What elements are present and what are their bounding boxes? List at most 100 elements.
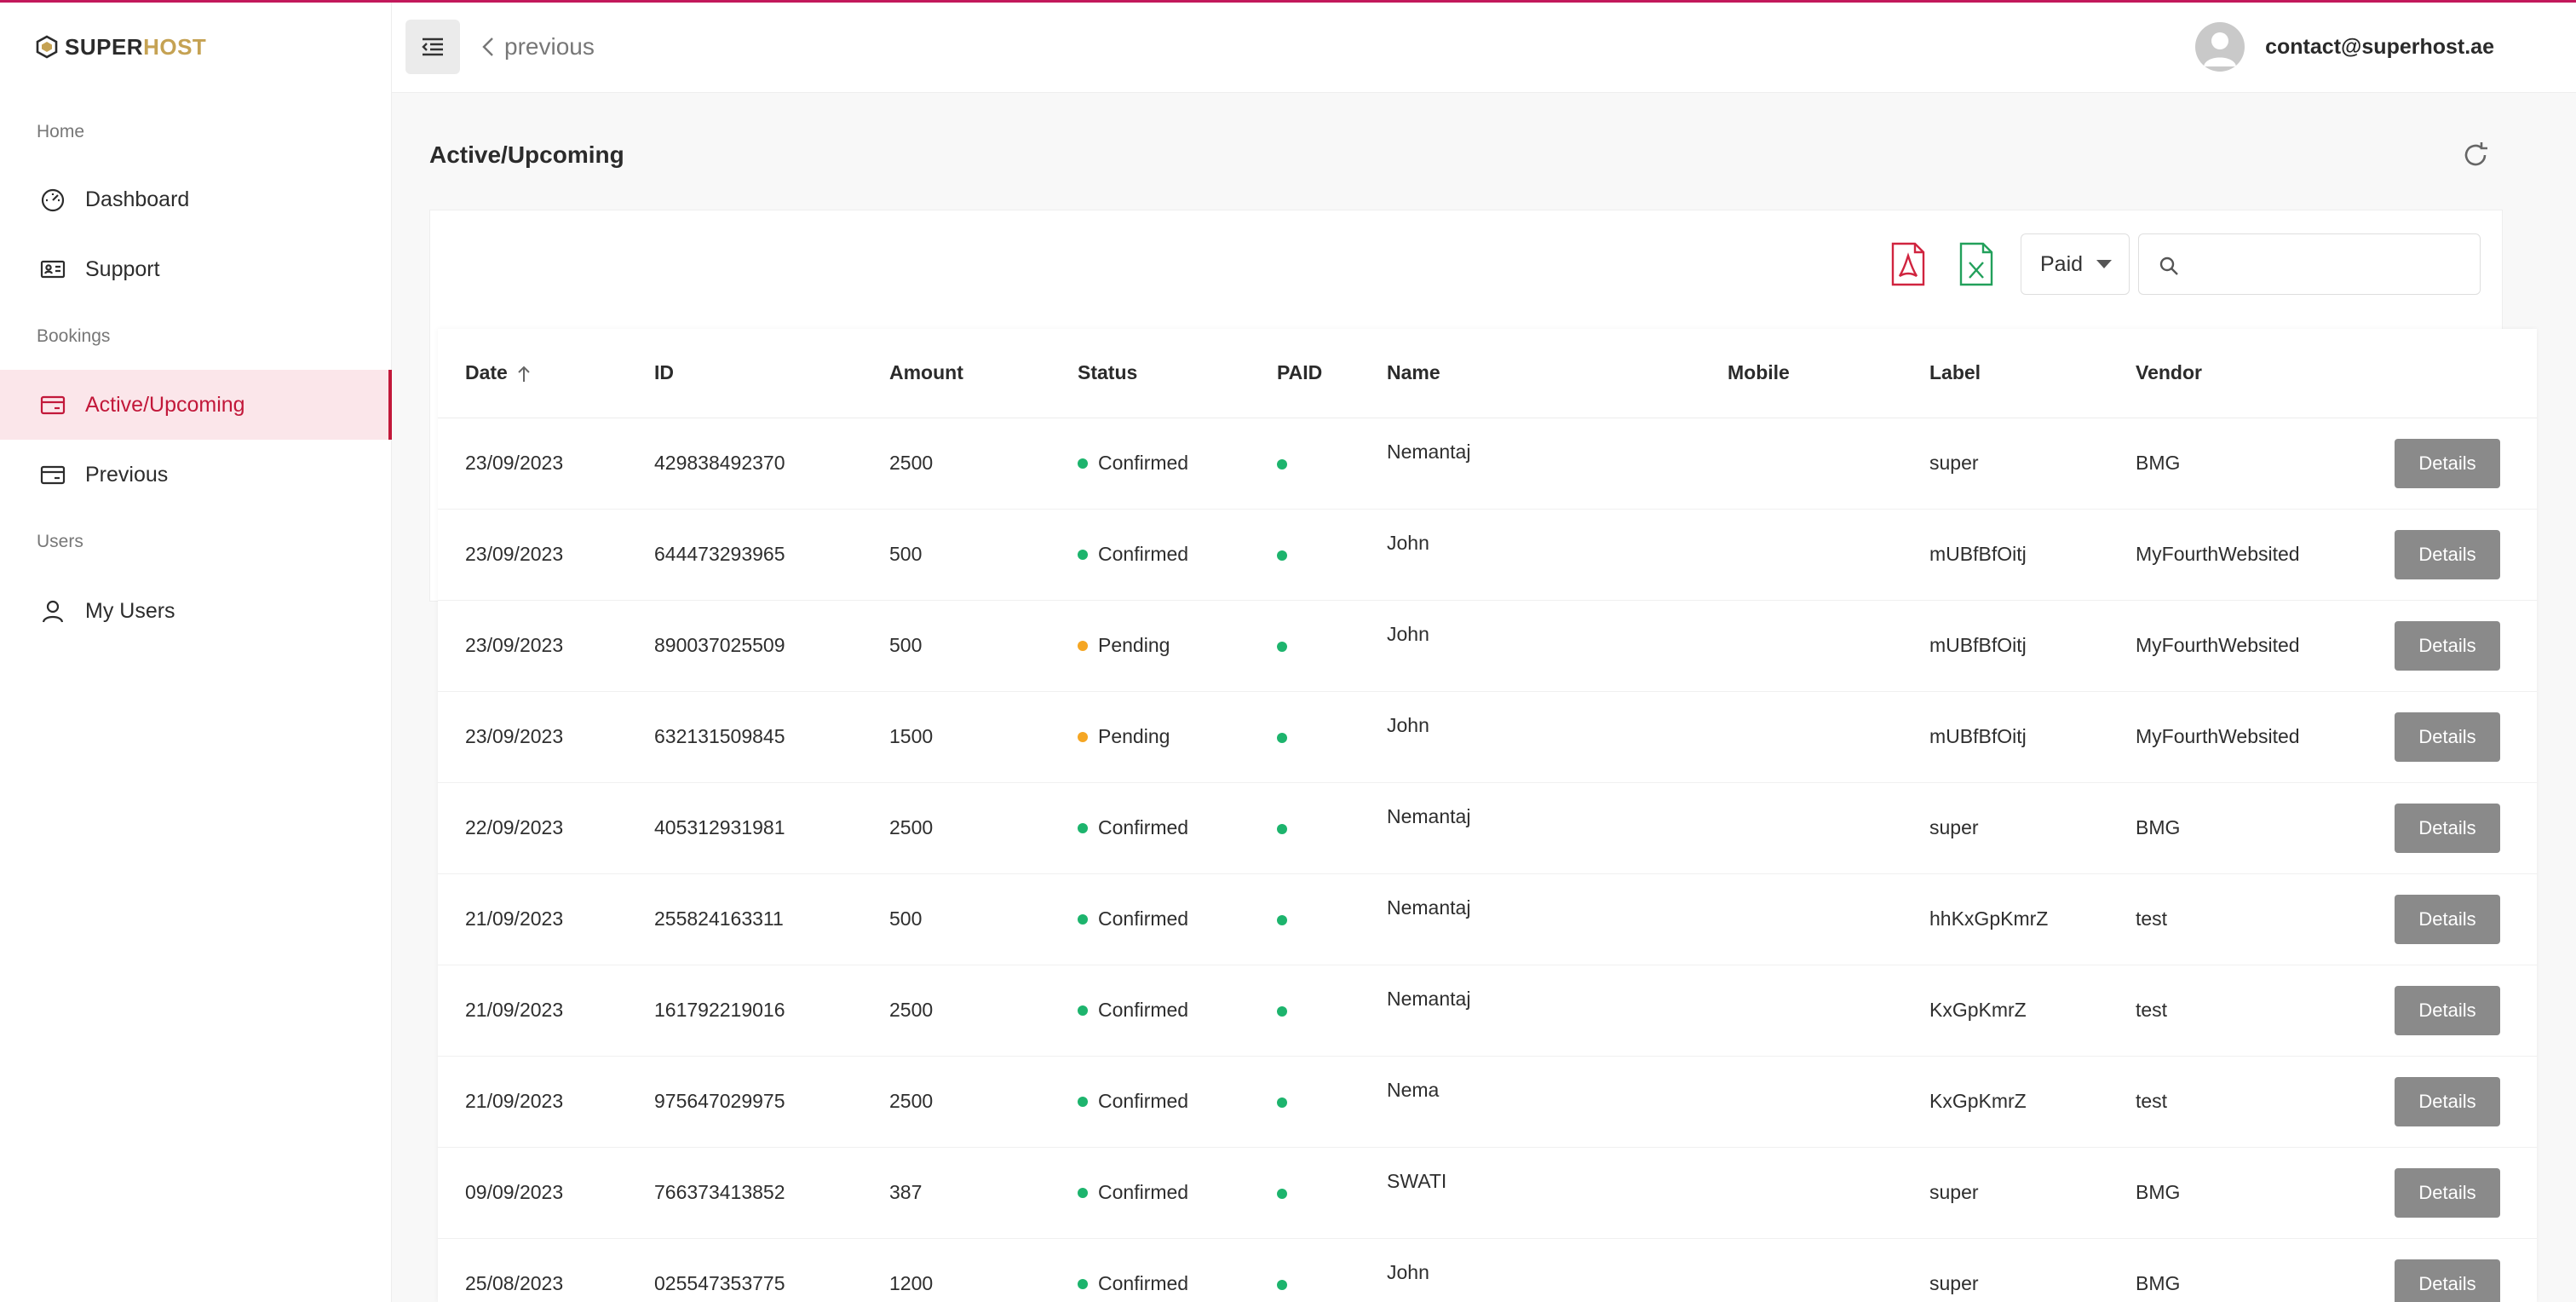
user-menu[interactable]: contact@superhost.ae xyxy=(2195,21,2494,72)
details-button[interactable]: Details xyxy=(2395,803,2500,853)
table-row[interactable]: 23/09/2023 890037025509 500 Pending John mUBf… xyxy=(438,600,2537,692)
cell-date: 23/09/2023 xyxy=(438,691,627,783)
column-header-label[interactable]: Label xyxy=(1902,329,2108,418)
status-dot xyxy=(1078,1278,1088,1289)
refresh-icon[interactable] xyxy=(2460,140,2491,170)
menu-collapse-icon xyxy=(422,37,443,56)
paid-indicator-dot xyxy=(1277,824,1287,834)
cell-paid xyxy=(1250,1147,1360,1239)
excel-export-icon[interactable] xyxy=(1958,242,1995,286)
paid-indicator-dot xyxy=(1277,915,1287,925)
cell-mobile xyxy=(1700,691,1902,783)
cell-paid xyxy=(1250,600,1360,692)
details-button[interactable]: Details xyxy=(2395,620,2500,671)
user-icon xyxy=(42,600,64,623)
column-header-name[interactable]: Name xyxy=(1360,329,1700,418)
brand-logo[interactable]: SUPERHOST xyxy=(36,32,206,62)
status-dot xyxy=(1078,731,1088,742)
pdf-export-icon[interactable] xyxy=(1889,242,1927,286)
column-header-paid[interactable]: PAID xyxy=(1250,329,1360,418)
cell-name: John xyxy=(1360,691,1700,783)
table-row[interactable]: 23/09/2023 429838492370 2500 Confirmed Neman… xyxy=(438,418,2537,510)
menu-toggle-button[interactable] xyxy=(405,20,460,74)
sidebar-item-label: Dashboard xyxy=(85,187,190,211)
caret-down-icon xyxy=(2096,260,2113,268)
sidebar-item-label: My Users xyxy=(85,598,175,623)
status-dot xyxy=(1078,549,1088,560)
column-header-mobile[interactable]: Mobile xyxy=(1700,329,1902,418)
sidebar-item-label: Support xyxy=(85,256,160,281)
table-row[interactable]: 21/09/2023 975647029975 2500 Confirmed Nema K… xyxy=(438,1056,2537,1148)
cell-status: Confirmed xyxy=(1050,1056,1250,1148)
status-dot xyxy=(1078,1005,1088,1016)
column-header-status[interactable]: Status xyxy=(1050,329,1250,418)
cell-id: 161792219016 xyxy=(627,965,862,1057)
details-button[interactable]: Details xyxy=(2395,529,2500,579)
cell-amount: 1200 xyxy=(862,1238,1050,1302)
cell-label: hhKxGpKmrZ xyxy=(1902,873,2108,965)
table-row[interactable]: 09/09/2023 766373413852 387 Confirmed SWATI s… xyxy=(438,1147,2537,1239)
paid-filter-select[interactable]: Paid xyxy=(2021,233,2130,295)
details-button[interactable]: Details xyxy=(2395,1167,2500,1218)
card-icon xyxy=(40,395,66,415)
cell-date: 09/09/2023 xyxy=(438,1147,627,1239)
table-row[interactable]: 21/09/2023 255824163311 500 Confirmed Nemant… xyxy=(438,873,2537,965)
cell-mobile xyxy=(1700,1147,1902,1239)
cell-name: Nemantaj xyxy=(1360,418,1700,510)
details-button[interactable]: Details xyxy=(2395,894,2500,944)
cell-status: Pending xyxy=(1050,600,1250,692)
sidebar-item-previous[interactable]: Previous xyxy=(0,440,392,510)
cell-status: Pending xyxy=(1050,691,1250,783)
details-button[interactable]: Details xyxy=(2395,711,2500,762)
details-button[interactable]: Details xyxy=(2395,1259,2500,1302)
status-text: Confirmed xyxy=(1098,999,1189,1021)
cell-vendor: BMG xyxy=(2108,1238,2367,1302)
cell-amount: 2500 xyxy=(862,1056,1050,1148)
sidebar-item-support[interactable]: Support xyxy=(0,234,392,304)
table-row[interactable]: 23/09/2023 632131509845 1500 Pending John mUB… xyxy=(438,691,2537,783)
column-header-amount[interactable]: Amount xyxy=(862,329,1050,418)
table-row[interactable]: 22/09/2023 405312931981 2500 Confirmed Neman… xyxy=(438,782,2537,874)
paid-indicator-dot xyxy=(1277,733,1287,743)
details-button[interactable]: Details xyxy=(2395,1076,2500,1126)
cell-id: 405312931981 xyxy=(627,782,862,874)
top-accent-line xyxy=(0,0,2576,3)
column-header-vendor[interactable]: Vendor xyxy=(2108,329,2367,418)
column-header-date[interactable]: Date xyxy=(438,329,627,418)
cell-mobile xyxy=(1700,509,1902,601)
cell-amount: 2500 xyxy=(862,418,1050,510)
details-button[interactable]: Details xyxy=(2395,985,2500,1035)
sidebar-item-active-upcoming[interactable]: Active/Upcoming xyxy=(0,370,392,440)
table-body: 23/09/2023 429838492370 2500 Confirmed Neman… xyxy=(438,418,2537,1302)
cell-mobile xyxy=(1700,873,1902,965)
brand-name-super: SUPER xyxy=(65,33,144,60)
cell-paid xyxy=(1250,1056,1360,1148)
cell-amount: 500 xyxy=(862,509,1050,601)
paid-indicator-dot xyxy=(1277,459,1287,470)
table-row[interactable]: 23/09/2023 644473293965 500 Confirmed John mU… xyxy=(438,509,2537,601)
column-header-id[interactable]: ID xyxy=(627,329,862,418)
brand-name-host: HOST xyxy=(143,33,207,60)
table-row[interactable]: 21/09/2023 161792219016 2500 Confirmed Neman… xyxy=(438,965,2537,1057)
section-label-home: Home xyxy=(37,122,85,141)
user-email: contact@superhost.ae xyxy=(2265,34,2494,59)
cell-label: mUBfBfOitj xyxy=(1902,509,2108,601)
sidebar: SUPERHOST Home Dashboard Support Booking… xyxy=(0,3,392,1302)
sidebar-item-dashboard[interactable]: Dashboard xyxy=(0,164,392,234)
cell-actions: Details xyxy=(2367,782,2537,874)
cell-paid xyxy=(1250,418,1360,510)
sidebar-item-my-users[interactable]: My Users xyxy=(0,576,392,646)
table-row[interactable]: 25/08/2023 025547353775 1200 Confirmed John s… xyxy=(438,1238,2537,1302)
cell-id: 644473293965 xyxy=(627,509,862,601)
search-box[interactable] xyxy=(2138,233,2481,295)
paid-indicator-dot xyxy=(1277,1189,1287,1199)
cell-status: Confirmed xyxy=(1050,782,1250,874)
back-link[interactable]: previous xyxy=(480,30,595,64)
cell-actions: Details xyxy=(2367,418,2537,510)
search-input[interactable] xyxy=(2190,243,2471,285)
cell-label: super xyxy=(1902,1147,2108,1239)
section-label-bookings: Bookings xyxy=(37,326,111,346)
cell-name: John xyxy=(1360,509,1700,601)
cell-mobile xyxy=(1700,1056,1902,1148)
details-button[interactable]: Details xyxy=(2395,438,2500,488)
